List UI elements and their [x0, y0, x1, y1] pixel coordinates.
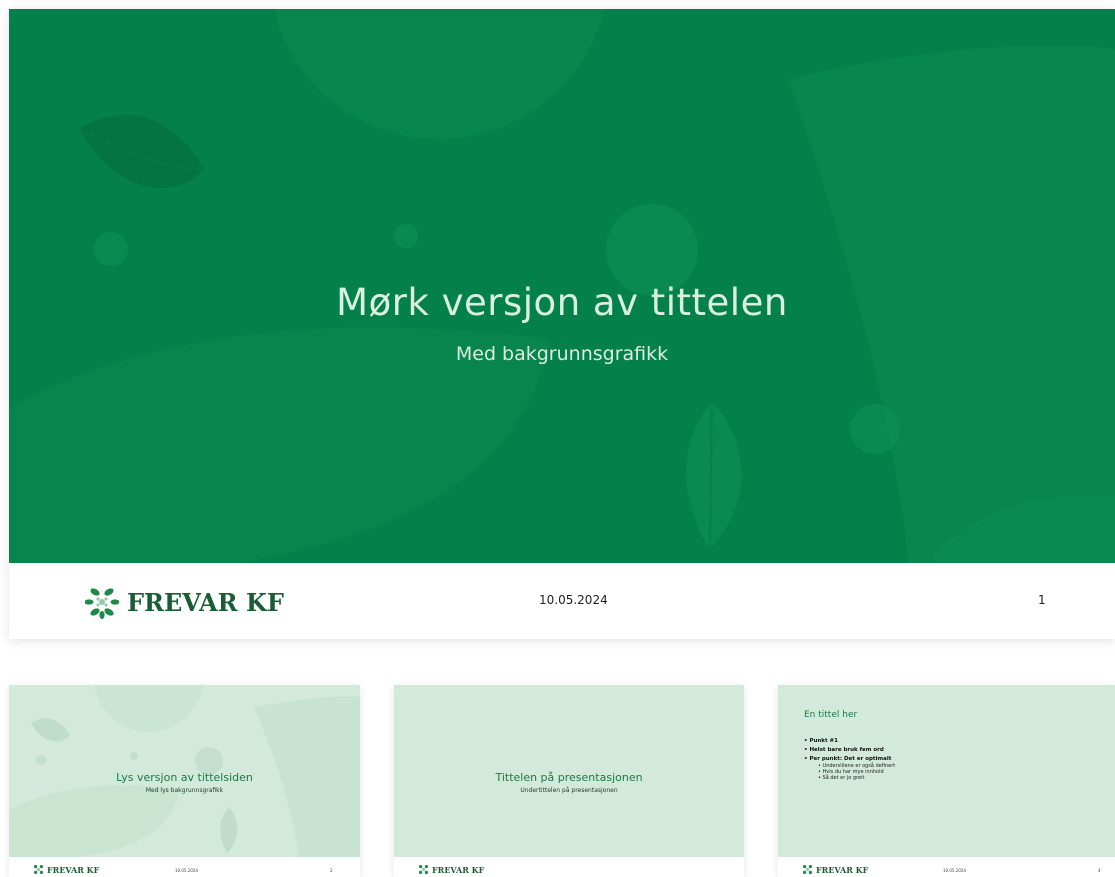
bullet-list: • Punkt #1 • Helst bare bruk fem ord • P… — [804, 738, 895, 781]
thumbnail-title: Lys versjon av tittelsiden — [116, 771, 253, 784]
frevar-leaf-cluster-icon — [85, 588, 119, 619]
bullet-item: • Helst bare bruk fem ord — [804, 747, 884, 753]
bullet-item: • Per punkt: Det er optimalt — [804, 756, 892, 762]
slide-subtitle: Med bakgrunnsgrafikk — [455, 343, 669, 365]
frevar-leaf-cluster-icon — [33, 864, 44, 875]
slide-thumbnail-2[interactable]: Lys versjon av tittelsiden Med lys bakgr… — [9, 685, 360, 877]
thumbnail-page-number: 2 — [330, 868, 333, 873]
thumbnail-background: En tittel her • Punkt #1 • Helst bare br… — [778, 685, 1115, 857]
frevar-logo: FREVAR KF — [418, 864, 484, 875]
thumbnail-subtitle: Undertittelen på presentasjonen — [520, 787, 618, 794]
main-slide[interactable]: Mørk versjon av tittelen Med bakgrunnsgr… — [9, 9, 1115, 639]
thumbnail-title: En tittel her — [804, 710, 858, 720]
frevar-logo: FREVAR KF — [802, 864, 868, 875]
slide-date: 10.05.2024 — [539, 593, 608, 607]
slide-page-number: 1 — [1038, 593, 1046, 607]
frevar-leaf-cluster-icon — [802, 864, 813, 875]
frevar-logo: FREVAR KF — [85, 585, 284, 619]
thumbnail-date: 10.05.2024 — [943, 868, 966, 873]
thumbnail-subtitle: Med lys bakgrunnsgrafikk — [145, 787, 224, 794]
thumbnail-footer: FREVAR KF 10.05.2024 4 — [778, 857, 1115, 877]
thumbnail-page-number: 4 — [1098, 868, 1101, 873]
slide-title: Mørk versjon av tittelen — [336, 281, 788, 324]
thumbnail-background: Lys versjon av tittelsiden Med lys bakgr… — [9, 685, 360, 857]
slide-thumbnail-4[interactable]: En tittel her • Punkt #1 • Helst bare br… — [778, 685, 1115, 877]
logo-text: FREVAR KF — [432, 864, 485, 875]
frevar-logo: FREVAR KF — [33, 864, 99, 875]
thumbnail-title: Tittelen på presentasjonen — [495, 771, 643, 784]
logo-text: FREVAR KF — [816, 864, 869, 875]
frevar-leaf-cluster-icon — [418, 864, 429, 875]
slide-thumbnail-3[interactable]: Tittelen på presentasjonen Undertittelen… — [394, 685, 744, 877]
bullet-item: • Punkt #1 — [804, 738, 838, 744]
logo-text: FREVAR KF — [47, 864, 100, 875]
thumbnail-background: Tittelen på presentasjonen Undertittelen… — [394, 685, 744, 857]
logo-text: FREVAR KF — [127, 587, 284, 617]
thumbnail-date: 10.05.2024 — [175, 868, 198, 873]
sub-bullet-item: • Så det er jo greit — [818, 775, 865, 781]
main-slide-background: Mørk versjon av tittelen Med bakgrunnsgr… — [9, 9, 1115, 563]
thumbnail-footer: FREVAR KF — [394, 857, 744, 877]
slide-footer: FREVAR KF 10.05.2024 1 — [9, 563, 1115, 639]
thumbnail-footer: FREVAR KF 10.05.2024 2 — [9, 857, 360, 877]
